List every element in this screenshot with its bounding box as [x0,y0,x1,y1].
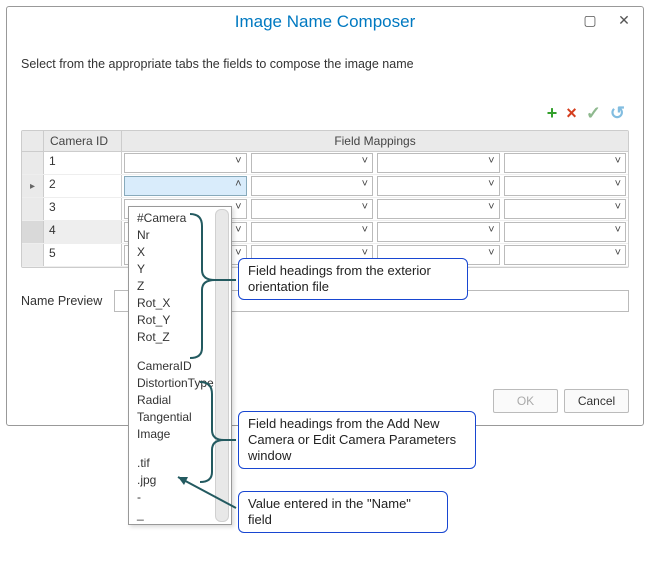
camera-id-cell[interactable]: 4 [44,221,122,243]
mapping-combo[interactable] [251,153,374,173]
annotation-camera-window: Field headings from the Add New Camera o… [238,411,476,469]
dropdown-item[interactable]: _ [129,505,231,522]
mapping-dropdown-panel[interactable]: #Camera Nr X Y Z Rot_X Rot_Y Rot_Z Camer… [128,206,232,525]
dialog-buttons: OK Cancel [493,389,629,413]
annotation-exterior-file: Field headings from the exterior orienta… [238,258,468,300]
grid-body: 1 2 [22,152,628,267]
mapping-combo[interactable] [504,176,627,196]
row-selector[interactable] [22,244,44,266]
row-selector[interactable] [22,221,44,243]
dropdown-item[interactable]: Rot_Z [129,328,231,345]
mapping-combo[interactable] [251,199,374,219]
window-title: Image Name Composer [235,12,415,32]
grid-row-selector-header [22,131,44,151]
dropdown-item[interactable]: .tif [129,454,231,471]
mapping-combo[interactable] [251,176,374,196]
camera-id-cell[interactable]: 2 [44,175,122,197]
dropdown-item[interactable]: DistortionType [129,374,231,391]
titlebar-controls: ▢ ✕ [573,9,641,31]
annotation-text: Field headings from the Add New Camera o… [238,411,476,469]
apply-icon[interactable]: ✓ [586,103,601,124]
mapping-combo[interactable] [377,153,500,173]
mapping-combo[interactable] [504,222,627,242]
annotation-text: Value entered in the "Name" field [238,491,448,533]
mapping-combo[interactable] [377,199,500,219]
field-mapping-grid: Camera ID Field Mappings 1 2 [21,130,629,268]
dropdown-item[interactable]: .jpg [129,471,231,488]
dropdown-item[interactable]: Y [129,260,231,277]
titlebar: Image Name Composer ▢ ✕ [7,7,643,37]
row-selector[interactable] [22,175,44,197]
mapping-combo[interactable] [251,222,374,242]
grid-toolbar: + × ✓ ↺ [21,103,629,124]
dropdown-item[interactable]: Rot_Y [129,311,231,328]
camera-id-cell[interactable]: 3 [44,198,122,220]
dropdown-item[interactable]: X [129,243,231,260]
mapping-combo-open[interactable] [124,176,247,196]
table-row: 2 [22,175,628,198]
cancel-button[interactable]: Cancel [564,389,629,413]
dropdown-item[interactable]: Tangential [129,408,231,425]
annotation-name-field: Value entered in the "Name" field [238,491,448,533]
mapping-combo[interactable] [504,153,627,173]
grid-col-camera: Camera ID [44,131,122,151]
undo-icon[interactable]: ↺ [610,103,625,124]
close-button[interactable]: ✕ [607,9,641,31]
instructions-text: Select from the appropriate tabs the fie… [21,57,629,71]
mapping-combo[interactable] [504,199,627,219]
grid-col-mappings: Field Mappings [122,131,628,151]
row-selector[interactable] [22,198,44,220]
maximize-button[interactable]: ▢ [573,9,607,31]
dropdown-item[interactable]: Rot_X [129,294,231,311]
ok-button[interactable]: OK [493,389,558,413]
mapping-combo[interactable] [377,222,500,242]
mapping-combo[interactable] [377,176,500,196]
table-row: 3 [22,198,628,221]
name-preview-label: Name Preview [21,294,106,308]
mapping-combo[interactable] [124,153,247,173]
dropdown-item[interactable]: CameraID [129,357,231,374]
table-row: 1 [22,152,628,175]
row-selector[interactable] [22,152,44,174]
camera-id-cell[interactable]: 1 [44,152,122,174]
dropdown-item[interactable]: Z [129,277,231,294]
dropdown-item[interactable]: Nr [129,226,231,243]
delete-row-icon[interactable]: × [566,103,577,124]
dropdown-item[interactable]: Image [129,425,231,442]
mapping-combo[interactable] [504,245,627,265]
dropdown-item[interactable]: #Camera [129,209,231,226]
grid-header: Camera ID Field Mappings [22,131,628,152]
dropdown-item[interactable]: Radial [129,391,231,408]
table-row: 4 [22,221,628,244]
dialog-window: Image Name Composer ▢ ✕ Select from the … [6,6,644,426]
add-row-icon[interactable]: + [547,103,558,124]
dropdown-item[interactable]: - [129,488,231,505]
camera-id-cell[interactable]: 5 [44,244,122,266]
annotation-text: Field headings from the exterior orienta… [238,258,468,300]
